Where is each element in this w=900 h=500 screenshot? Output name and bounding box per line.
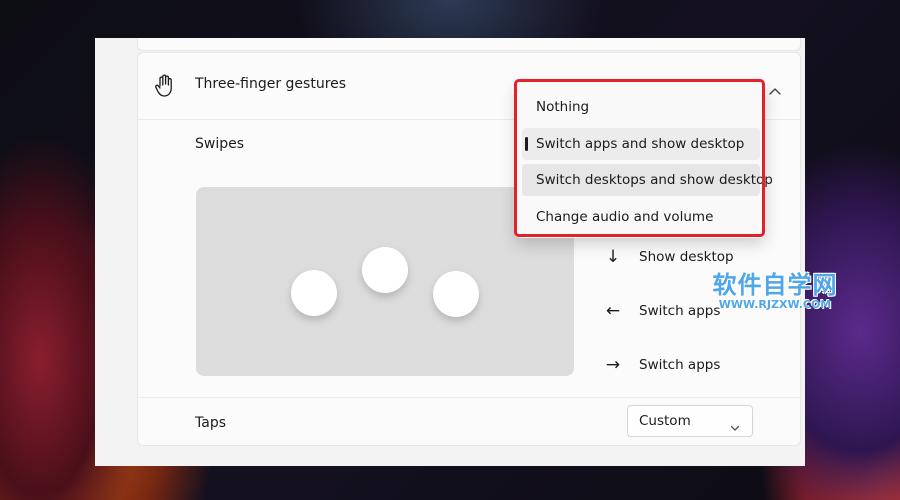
swipes-dropdown-menu: Nothing Switch apps and show desktop Swi…: [516, 81, 773, 238]
taps-select[interactable]: Custom: [627, 405, 753, 437]
dropdown-option-change-audio[interactable]: Change audio and volume: [522, 201, 760, 233]
finger-middle: [362, 247, 408, 293]
dropdown-option-nothing[interactable]: Nothing: [522, 91, 760, 123]
arrow-left-icon: ←: [605, 301, 621, 321]
watermark-url: WWW.RJZXW.COM: [718, 298, 832, 311]
watermark-text: 软件自学网: [712, 271, 838, 299]
finger-right: [433, 271, 479, 317]
dropdown-option-switch-apps[interactable]: Switch apps and show desktop: [522, 128, 760, 160]
site-watermark: 软件自学网 WWW.RJZXW.COM: [700, 265, 850, 311]
gesture-label: Show desktop: [639, 249, 734, 265]
chevron-down-icon: [730, 417, 740, 431]
previous-card-edge: [137, 38, 801, 51]
dropdown-option-label: Change audio and volume: [536, 209, 714, 225]
taps-label: Taps: [195, 415, 226, 431]
hand-icon: [154, 74, 176, 98]
dropdown-option-label: Nothing: [536, 99, 590, 115]
swipes-label: Swipes: [195, 136, 245, 152]
section-title: Three-finger gestures: [195, 76, 347, 92]
dropdown-option-label: Switch apps and show desktop: [536, 136, 745, 152]
arrow-right-icon: →: [605, 355, 621, 375]
taps-select-value: Custom: [639, 413, 691, 429]
gesture-label: Switch apps: [639, 357, 721, 373]
dropdown-option-label: Switch desktops and show desktop: [536, 172, 773, 188]
selection-indicator: [525, 137, 528, 151]
arrow-down-icon: ↓: [605, 247, 621, 267]
dropdown-option-switch-desktops[interactable]: Switch desktops and show desktop: [522, 164, 773, 196]
chevron-up-icon[interactable]: [768, 81, 782, 95]
divider: [138, 397, 800, 398]
finger-left: [291, 270, 337, 316]
